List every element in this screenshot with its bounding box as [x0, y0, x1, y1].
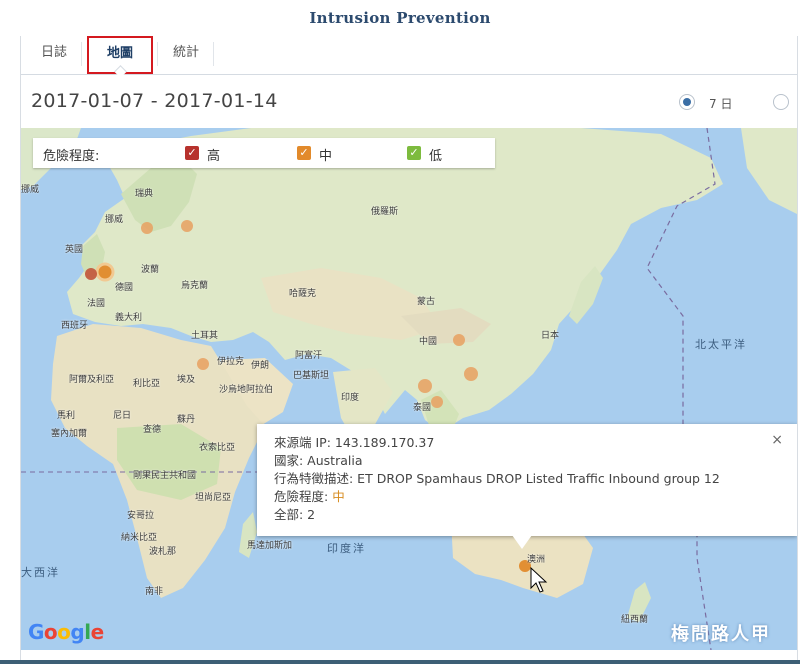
madagascar-land	[239, 512, 257, 558]
map-label: 法國	[87, 299, 106, 309]
period-7-days-radio[interactable]	[679, 94, 695, 110]
china-marker-2	[464, 367, 478, 381]
bottom-bar	[0, 660, 800, 664]
sea-label-atlantic: 大西洋	[21, 566, 60, 579]
map-label: 沙烏地阿拉伯	[219, 385, 274, 395]
map-label: 巴基斯坦	[293, 371, 330, 381]
sweden-marker	[141, 222, 153, 234]
sea-label-indian-ocean: 印度洋	[327, 542, 366, 555]
google-logo: Google	[28, 620, 104, 644]
map-label: 紐西蘭	[621, 615, 649, 625]
low-severity-checkbox[interactable]: ✓	[407, 146, 421, 160]
map-label: 英國	[65, 245, 84, 255]
tab-statistics[interactable]: 統計	[163, 36, 209, 72]
map-label: 阿富汗	[295, 351, 323, 361]
popup-signature: 行為特徵描述: ET DROP Spamhaus DROP Listed Tra…	[274, 471, 720, 486]
legend-title: 危險程度:	[43, 149, 100, 164]
map-label: 烏克蘭	[181, 281, 209, 291]
map-label: 查德	[143, 425, 162, 435]
map-label: 波札那	[149, 547, 177, 557]
severity-legend: 危險程度: ✓ 高 ✓ 中 ✓ 低	[33, 138, 495, 168]
popup-severity-label: 危險程度:	[274, 489, 329, 504]
finland-marker	[181, 220, 193, 232]
popup-close-icon[interactable]: ×	[771, 432, 783, 448]
tab-bar: 日誌 地圖 統計	[21, 36, 797, 78]
world-map[interactable]: 挪威 瑞典 挪威 俄羅斯 英國 波蘭 德國 烏克蘭 哈薩克 蒙古 法國 義大利 …	[21, 128, 797, 650]
map-label: 中國	[419, 337, 438, 347]
map-label: 尼日	[113, 411, 132, 421]
map-label: 伊朗	[251, 361, 270, 371]
israel-marker	[197, 358, 209, 370]
popup-severity-value: 中	[332, 489, 345, 504]
thailand-marker	[431, 396, 443, 408]
france-marker	[85, 268, 97, 280]
high-severity-checkbox[interactable]: ✓	[185, 146, 199, 160]
date-range: 2017-01-07 - 2017-01-14	[31, 90, 278, 112]
tab-separator	[157, 42, 158, 66]
map-label: 蒙古	[417, 297, 436, 307]
popup-severity: 危險程度: 中	[274, 486, 345, 505]
map-label: 印度	[341, 393, 360, 403]
map-label: 阿爾及利亞	[69, 375, 115, 385]
period-7-days-label: 7 日	[709, 97, 733, 111]
map-label: 坦尚尼亞	[195, 493, 232, 503]
map-label: 塞內加爾	[51, 429, 88, 439]
map-canvas	[21, 128, 797, 650]
title-bar: Intrusion Prevention	[0, 0, 800, 36]
map-label: 挪威	[21, 185, 40, 195]
map-label: 挪威	[105, 215, 124, 225]
map-label: 哈薩克	[289, 289, 317, 299]
marker-info-popup: 來源端 IP: 143.189.170.37 國家: Australia 行為特…	[257, 424, 797, 536]
china-marker-1	[453, 334, 465, 346]
map-label: 德國	[115, 283, 134, 293]
medium-severity-label: 中	[319, 149, 333, 164]
map-label: 瑞典	[135, 189, 154, 199]
tab-log[interactable]: 日誌	[31, 36, 77, 72]
map-label: 泰國	[413, 403, 432, 413]
map-label: 波蘭	[141, 265, 160, 275]
popup-total: 全部: 2	[274, 507, 316, 522]
tab-separator	[213, 42, 214, 66]
high-severity-label: 高	[207, 149, 221, 164]
map-label: 伊拉克	[217, 357, 245, 367]
map-label: 馬利	[57, 411, 76, 421]
alaska-land	[741, 128, 797, 214]
period-30-days-radio[interactable]	[773, 94, 789, 110]
map-label: 義大利	[115, 313, 143, 323]
map-label: 蘇丹	[177, 415, 196, 425]
sea-label-north-pacific: 北太平洋	[695, 338, 747, 351]
uk-marker	[95, 262, 115, 282]
map-label: 俄羅斯	[371, 207, 399, 217]
map-label: 馬達加斯加	[247, 541, 293, 551]
tab-separator	[81, 42, 82, 66]
map-label: 利比亞	[133, 379, 161, 389]
popup-source-ip: 來源端 IP: 143.189.170.37	[274, 435, 435, 450]
frame-right-border	[797, 36, 798, 664]
map-label: 埃及	[177, 375, 196, 385]
window-title: Intrusion Prevention	[309, 9, 491, 27]
myanmar-marker	[418, 379, 432, 393]
map-label: 土耳其	[191, 331, 219, 341]
popup-country: 國家: Australia	[274, 453, 363, 468]
medium-severity-checkbox[interactable]: ✓	[297, 146, 311, 160]
map-label: 剛果民主共和國	[133, 471, 197, 481]
map-label: 安哥拉	[127, 511, 155, 521]
map-label: 南非	[145, 587, 164, 597]
map-label: 澳洲	[527, 555, 546, 565]
map-label: 衣索比亞	[199, 443, 236, 453]
map-label: 西班牙	[61, 321, 89, 331]
map-label: 日本	[541, 331, 560, 341]
popup-tail	[512, 535, 532, 549]
map-label: 納米比亞	[121, 533, 158, 543]
low-severity-label: 低	[429, 149, 443, 164]
watermark: 梅問路人甲	[671, 624, 771, 645]
